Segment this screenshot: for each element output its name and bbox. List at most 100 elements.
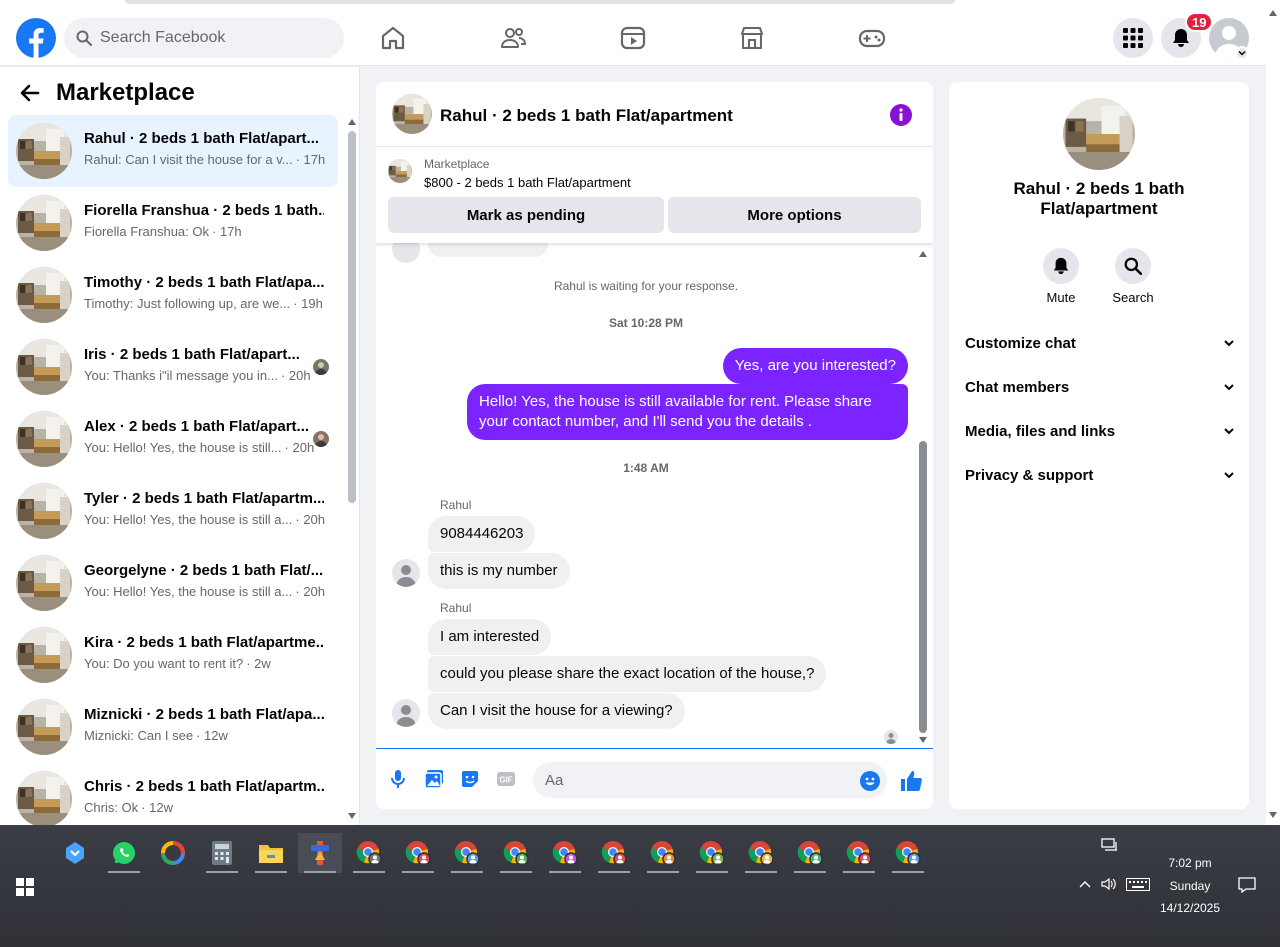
mark-as-pending-button[interactable]: Mark as pending xyxy=(388,197,664,233)
account-chevron[interactable] xyxy=(1235,46,1249,60)
chrome-profile-app[interactable] xyxy=(347,833,391,873)
bell-icon xyxy=(1173,29,1189,47)
conversation-item[interactable]: Miznicki · 2 beds 1 bath Flat/apa... Mizn… xyxy=(8,691,338,763)
google-app[interactable] xyxy=(151,833,195,873)
window-scrollbar[interactable] xyxy=(1266,8,1280,825)
calculator-app[interactable] xyxy=(200,833,244,873)
customize-chat-row[interactable]: Customize chat xyxy=(965,331,1235,355)
chrome-profile-app[interactable] xyxy=(739,833,783,873)
media-files-links-row[interactable]: Media, files and links xyxy=(965,419,1235,443)
menu-button[interactable] xyxy=(1113,18,1153,58)
facebook-logo-icon[interactable] xyxy=(16,18,56,58)
conversation-item[interactable]: Fiorella Franshua · 2 beds 1 bath... Fior… xyxy=(8,187,338,259)
snippet-text: Rahul: Can I visit the house for a v... xyxy=(84,152,293,167)
chrome-profile-app[interactable] xyxy=(445,833,489,873)
search-action[interactable]: Search xyxy=(1103,248,1163,305)
whatsapp-app[interactable] xyxy=(102,833,146,873)
conversation-item[interactable]: Kira · 2 beds 1 bath Flat/apartme... You:… xyxy=(8,619,338,691)
search-box[interactable] xyxy=(64,18,344,58)
conversation-list: Rahul · 2 beds 1 bath Flat/apart... Rahul… xyxy=(8,115,338,835)
file-explorer-app[interactable] xyxy=(249,833,293,873)
conversation-item[interactable]: Georgelyne · 2 beds 1 bath Flat/... You: … xyxy=(8,547,338,619)
windows-start-icon[interactable] xyxy=(16,878,34,896)
listing-price-title[interactable]: $800 - 2 beds 1 bath Flat/apartment xyxy=(424,175,631,190)
running-indicator xyxy=(353,871,385,873)
listing-thumbnail[interactable] xyxy=(388,159,412,183)
scroll-down-arrow-icon[interactable] xyxy=(1269,812,1277,818)
conversation-title: Chris · 2 beds 1 bath Flat/apartm... xyxy=(84,778,324,795)
listing-photo-icon xyxy=(16,267,72,323)
network-desktop-icon[interactable] xyxy=(1101,838,1119,852)
chat-title[interactable]: Rahul · 2 beds 1 bath Flat/apartment xyxy=(440,106,733,126)
conversation-thumbnail xyxy=(16,123,72,179)
scroll-up-arrow-icon[interactable] xyxy=(919,251,927,257)
notification-center-icon[interactable] xyxy=(1238,877,1256,893)
details-listing-thumbnail[interactable] xyxy=(1063,98,1135,170)
sticker-icon[interactable] xyxy=(460,769,480,789)
chrome-profile-app[interactable] xyxy=(886,833,930,873)
chat-scroll-thumb[interactable] xyxy=(919,441,927,733)
pinned-app[interactable] xyxy=(298,833,342,873)
chat-scrollbar[interactable] xyxy=(917,251,929,743)
chrome-profile-app[interactable] xyxy=(494,833,538,873)
outgoing-message[interactable]: Hello! Yes, the house is still available… xyxy=(467,384,908,440)
chevron-up-icon[interactable] xyxy=(1079,880,1091,888)
running-indicator xyxy=(892,871,924,873)
conversation-item[interactable]: Tyler · 2 beds 1 bath Flat/apartm... You:… xyxy=(8,475,338,547)
scroll-down-arrow-icon[interactable] xyxy=(348,813,356,819)
chevron-down-icon xyxy=(1224,472,1234,479)
conversation-item[interactable]: Rahul · 2 beds 1 bath Flat/apart... Rahul… xyxy=(8,115,338,187)
more-options-button[interactable]: More options xyxy=(668,197,921,233)
conversation-item[interactable]: Timothy · 2 beds 1 bath Flat/apa... Timot… xyxy=(8,259,338,331)
incoming-message[interactable]: could you please share the exact locatio… xyxy=(428,656,827,692)
scroll-down-arrow-icon[interactable] xyxy=(919,737,927,743)
chrome-profile-app[interactable] xyxy=(592,833,636,873)
clock-day[interactable]: Sunday xyxy=(1155,879,1225,893)
incoming-message[interactable]: 9084446203 xyxy=(428,516,536,552)
conversation-item[interactable]: Iris · 2 beds 1 bath Flat/apart... You: T… xyxy=(8,331,338,403)
friends-icon[interactable] xyxy=(499,24,527,52)
chrome-profile-app[interactable] xyxy=(788,833,832,873)
clock-date[interactable]: 14/12/2025 xyxy=(1155,901,1225,915)
home-icon[interactable] xyxy=(379,24,407,52)
row-label: Chat members xyxy=(965,378,1070,396)
chrome-profile-app[interactable] xyxy=(543,833,587,873)
scroll-up-arrow-icon[interactable] xyxy=(348,119,356,125)
outgoing-message[interactable]: Yes, are you interested? xyxy=(722,348,908,384)
copilot-app[interactable] xyxy=(53,833,97,873)
thumbs-up-icon[interactable] xyxy=(899,769,923,793)
chrome-profile-app[interactable] xyxy=(396,833,440,873)
chat-listing-thumbnail[interactable] xyxy=(392,94,432,134)
sidebar-scroll-thumb[interactable] xyxy=(348,131,356,503)
photo-icon[interactable] xyxy=(424,769,444,789)
gif-icon[interactable]: GIF xyxy=(496,769,516,789)
emoji-icon[interactable] xyxy=(860,771,880,791)
scroll-up-arrow-icon[interactable] xyxy=(1269,10,1277,16)
back-arrow-icon[interactable] xyxy=(18,81,42,105)
gaming-icon[interactable] xyxy=(858,24,886,52)
chat-members-row[interactable]: Chat members xyxy=(965,375,1235,399)
message-input-box[interactable] xyxy=(533,762,887,798)
keyboard-icon[interactable] xyxy=(1126,878,1150,891)
privacy-support-row[interactable]: Privacy & support xyxy=(965,463,1235,487)
message-input[interactable] xyxy=(545,771,845,789)
snippet-time: · 20h xyxy=(295,584,326,599)
marketplace-icon[interactable] xyxy=(738,24,766,52)
read-receipt-avatar xyxy=(884,730,898,744)
user-silhouette-icon xyxy=(396,705,416,727)
sidebar-scrollbar[interactable] xyxy=(347,119,357,819)
conversation-item[interactable]: Alex · 2 beds 1 bath Flat/apart... You: H… xyxy=(8,403,338,475)
chrome-profile-app[interactable] xyxy=(641,833,685,873)
incoming-message[interactable]: Can I visit the house for a viewing? xyxy=(428,693,685,729)
info-icon[interactable] xyxy=(890,104,912,126)
search-input[interactable] xyxy=(100,29,320,47)
chrome-profile-app[interactable] xyxy=(837,833,881,873)
clock-time[interactable]: 7:02 pm xyxy=(1155,856,1225,870)
video-icon[interactable] xyxy=(619,24,647,52)
volume-icon[interactable] xyxy=(1101,877,1117,891)
mute-action[interactable]: Mute xyxy=(1031,248,1091,305)
incoming-message[interactable]: this is my number xyxy=(428,553,570,589)
chrome-profile-app[interactable] xyxy=(690,833,734,873)
microphone-icon[interactable] xyxy=(388,769,408,789)
incoming-message[interactable]: I am interested xyxy=(428,619,552,655)
